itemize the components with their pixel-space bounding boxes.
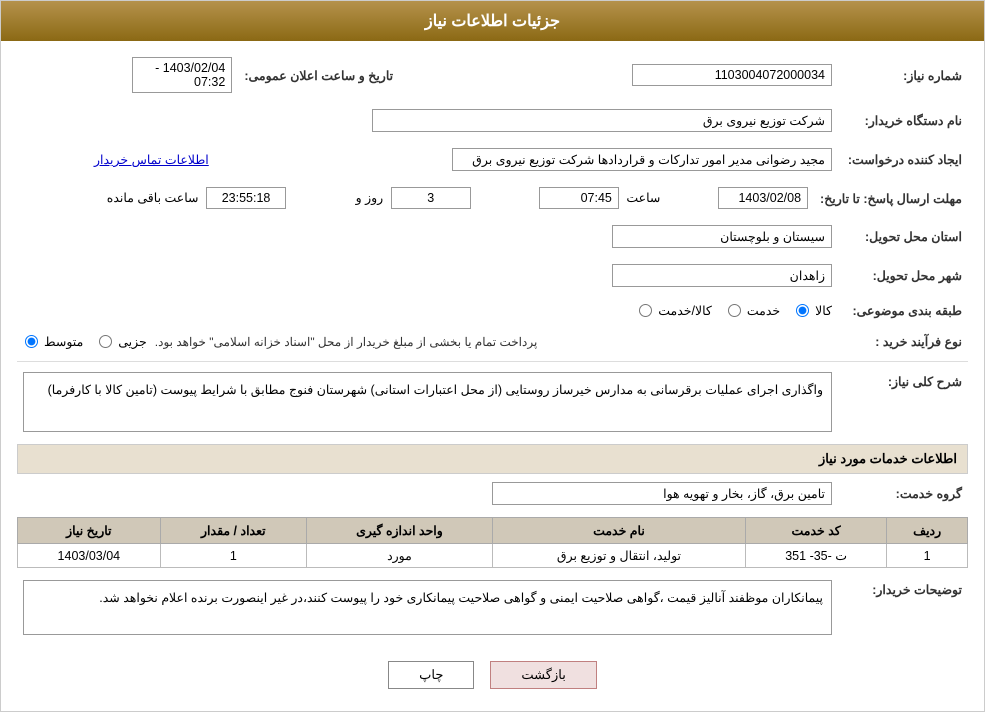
table-row: 1ت -35- 351تولید، انتقال و توزیع برقمورد… [18, 544, 968, 568]
response-date-value: 1403/02/08 [718, 187, 808, 209]
category-radio-group: کالا/خدمت خدمت کالا [637, 303, 832, 318]
general-desc-value: واگذاری اجرای عملیات برقرسانی به مدارس خ… [23, 372, 832, 432]
bottom-buttons: بازگشت چاپ [17, 647, 968, 699]
category-option-kala[interactable]: کالا [794, 303, 832, 318]
buyer-name-value: شرکت توزیع نیروی برق [372, 109, 832, 132]
process-radio-group: متوسط جزیی [23, 334, 147, 349]
page-header: جزئیات اطلاعات نیاز [1, 1, 984, 41]
services-table: ردیف کد خدمت نام خدمت واحد اندازه گیری ت… [17, 517, 968, 568]
buyer-name-label: نام دستگاه خریدار: [838, 105, 968, 136]
process-option-small[interactable]: جزیی [97, 334, 147, 349]
table-cell: مورد [306, 544, 492, 568]
response-days-value: 3 [391, 187, 471, 209]
province-value: سیستان و بلوچستان [612, 225, 832, 248]
creator-contact-link[interactable]: اطلاعات تماس خریدار [94, 153, 209, 167]
response-remaining-label: ساعت باقی مانده [107, 191, 199, 205]
category-option-khadamat[interactable]: خدمت [726, 303, 780, 318]
table-cell: 1 [160, 544, 306, 568]
process-label-medium: متوسط [44, 334, 83, 349]
print-button[interactable]: چاپ [388, 661, 474, 689]
response-deadline-label: مهلت ارسال پاسخ: تا تاریخ: [814, 183, 968, 213]
response-time-value: 07:45 [539, 187, 619, 209]
category-option-kala-khadamat[interactable]: کالا/خدمت [637, 303, 712, 318]
process-label: نوع فرآیند خرید : [838, 330, 968, 353]
table-cell: 1 [887, 544, 968, 568]
col-date: تاریخ نیاز [18, 518, 161, 544]
col-unit: واحد اندازه گیری [306, 518, 492, 544]
page-title: جزئیات اطلاعات نیاز [425, 13, 560, 30]
service-group-value: تامین برق، گاز، بخار و تهویه هوا [492, 482, 832, 505]
city-value: زاهدان [612, 264, 832, 287]
response-time-label: ساعت [626, 191, 660, 205]
announce-datetime-value: 1403/02/04 - 07:32 [132, 57, 232, 93]
province-label: استان محل تحویل: [838, 221, 968, 252]
category-label-kala-khadamat: کالا/خدمت [658, 303, 712, 318]
services-section-header: اطلاعات خدمات مورد نیاز [17, 444, 968, 474]
service-group-label: گروه خدمت: [838, 478, 968, 509]
creator-value: مجید رضوانی مدیر امور تدارکات و قرارداده… [452, 148, 832, 171]
table-cell: تولید، انتقال و توزیع برق [492, 544, 745, 568]
creator-label: ایجاد کننده درخواست: [838, 144, 968, 175]
col-qty: تعداد / مقدار [160, 518, 306, 544]
divider-1 [17, 361, 968, 362]
back-button[interactable]: بازگشت [490, 661, 596, 689]
process-option-medium[interactable]: متوسط [23, 334, 83, 349]
buyer-notes-label: توضیحات خریدار: [838, 576, 968, 639]
process-label-small: جزیی [118, 334, 147, 349]
announce-datetime-label: تاریخ و ساعت اعلان عمومی: [238, 53, 399, 97]
need-number-value: 1103004072000034 [632, 64, 832, 86]
col-code: کد خدمت [746, 518, 887, 544]
category-label-kala: کالا [815, 303, 832, 318]
response-remaining-value: 23:55:18 [206, 187, 286, 209]
general-desc-label: شرح کلی نیاز: [838, 368, 968, 436]
response-day-label: روز و [356, 191, 384, 205]
process-note: پرداخت تمام یا بخشی از مبلغ خریدار از مح… [155, 335, 538, 349]
category-label-khadamat: خدمت [747, 303, 780, 318]
table-cell: ت -35- 351 [746, 544, 887, 568]
table-cell: 1403/03/04 [18, 544, 161, 568]
col-row: ردیف [887, 518, 968, 544]
buyer-notes-value: پیمانکاران موظفند آنالیز قیمت ،گواهی صلا… [23, 580, 832, 635]
col-name: نام خدمت [492, 518, 745, 544]
category-label: طبقه بندی موضوعی: [838, 299, 968, 322]
city-label: شهر محل تحویل: [838, 260, 968, 291]
need-number-label: شماره نیاز: [838, 53, 968, 97]
